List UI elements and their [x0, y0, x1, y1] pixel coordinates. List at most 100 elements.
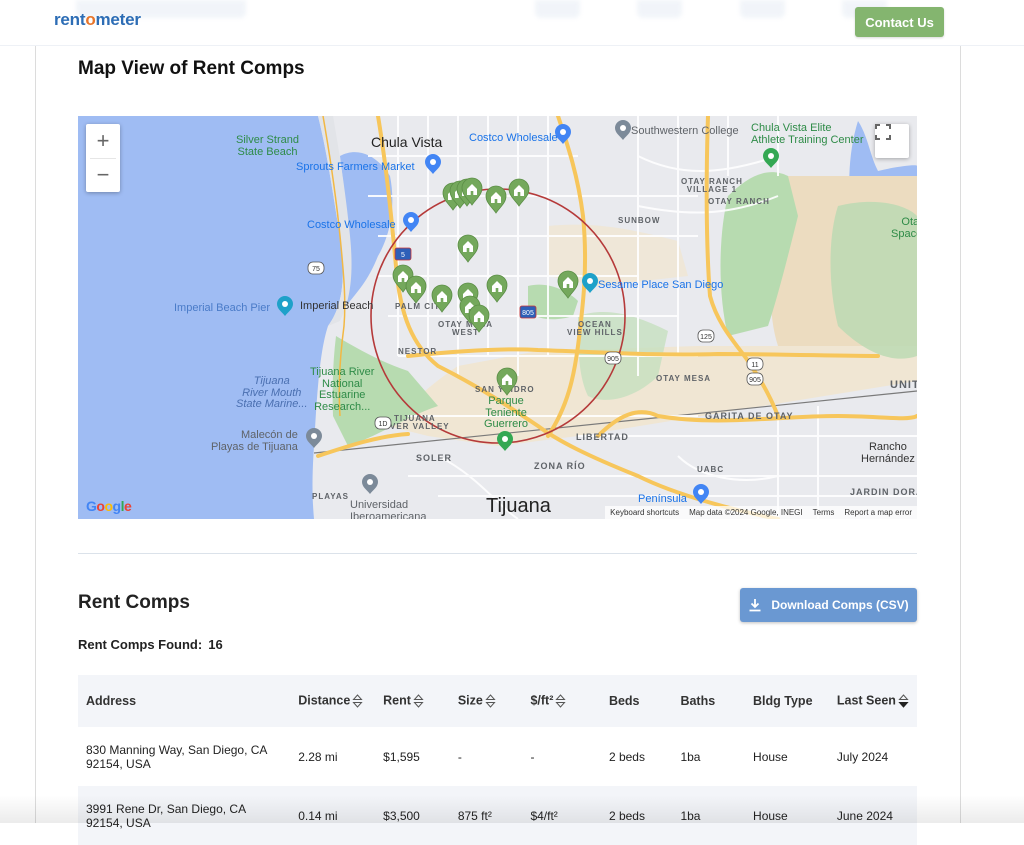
- comps-found-label: Rent Comps Found:: [78, 637, 203, 652]
- zoom-out-button[interactable]: −: [86, 158, 120, 192]
- terms-link[interactable]: Terms: [813, 508, 835, 517]
- column-header-ft[interactable]: $/ft²: [522, 675, 600, 727]
- cell-last-seen: July 2024: [836, 749, 889, 764]
- highway-shield-icon: 905: [746, 372, 764, 386]
- costco-west-pin-icon[interactable]: [403, 212, 419, 232]
- cell-beds: 2 beds: [608, 808, 645, 823]
- table-body: 830 Manning Way, San Diego, CA 92154, US…: [78, 727, 917, 845]
- logo-part: rent: [54, 10, 86, 29]
- rent-comps-table: Address Distance Rent Size $/ft² Beds Baths Bld…: [78, 675, 917, 845]
- rent-comps-title: Rent Comps: [78, 592, 190, 613]
- download-comps-button[interactable]: Download Comps (CSV): [740, 588, 917, 622]
- rent-comp-marker[interactable]: [457, 234, 479, 263]
- highway-shield-icon: 805: [519, 305, 537, 319]
- southwestern-college-pin-icon[interactable]: [615, 120, 631, 140]
- rent-comp-marker[interactable]: [431, 284, 453, 313]
- sort-icon[interactable]: [555, 693, 566, 709]
- sort-icon[interactable]: [898, 693, 909, 709]
- cell-baths: 1ba: [680, 749, 701, 764]
- malecon-pin-icon[interactable]: [306, 428, 322, 448]
- rent-comp-marker[interactable]: [486, 274, 508, 303]
- cell-address: 3991 Rene Dr, San Diego, CA 92154, USA: [86, 801, 246, 830]
- rent-comp-marker[interactable]: [405, 275, 427, 304]
- fullscreen-icon: [875, 124, 891, 140]
- parque-pin-icon[interactable]: [497, 431, 513, 451]
- top-nav-bar: rentometer Contact Us: [0, 0, 1024, 46]
- column-header-size[interactable]: Size: [450, 675, 523, 727]
- shield-number: 125: [700, 334, 712, 341]
- cell-type: House: [753, 749, 788, 764]
- logo-part: meter: [95, 10, 142, 29]
- comps-found-count: 16: [208, 637, 223, 652]
- rent-comp-marker[interactable]: [496, 367, 518, 396]
- column-header-baths: Baths: [672, 675, 745, 727]
- shield-number: 11: [751, 362, 758, 369]
- cell-rent: $3,500: [383, 808, 420, 823]
- sort-icon[interactable]: [485, 693, 496, 709]
- column-header-label: Last Seen: [836, 693, 896, 708]
- nav-ghost: [535, 0, 580, 18]
- table-header-row: Address Distance Rent Size $/ft² Beds Baths Bld…: [78, 675, 917, 727]
- column-header-label: $/ft²: [530, 693, 554, 708]
- rent-comp-marker[interactable]: [557, 270, 579, 299]
- rent-comp-marker[interactable]: [485, 185, 507, 214]
- shield-number: 5: [401, 252, 405, 259]
- cell-baths: 1ba: [680, 808, 701, 823]
- sort-icon[interactable]: [413, 693, 424, 709]
- cell-address: 830 Manning Way, San Diego, CA 92154, US…: [86, 742, 267, 771]
- shield-number: 805: [522, 310, 534, 317]
- keyboard-shortcuts-link[interactable]: Keyboard shortcuts: [610, 508, 679, 517]
- fullscreen-button[interactable]: [875, 124, 909, 158]
- logo-o: o: [85, 10, 96, 29]
- rent-comp-marker[interactable]: [508, 178, 530, 207]
- sprouts-cart-pin-icon[interactable]: [425, 154, 441, 174]
- imperial-beach-pier-pin-icon[interactable]: [277, 296, 293, 316]
- column-header-rent[interactable]: Rent: [375, 675, 450, 727]
- sort-icon[interactable]: [352, 693, 363, 709]
- rent-comps-found: Rent Comps Found: 16: [78, 637, 223, 652]
- zoom-in-button[interactable]: +: [86, 124, 120, 158]
- rent-comp-marker[interactable]: [468, 304, 490, 333]
- column-header-label: Address: [86, 694, 137, 708]
- cell-type: House: [753, 808, 788, 823]
- highway-shield-icon: 905: [604, 351, 622, 365]
- cell-distance: 2.28 mi: [298, 749, 338, 764]
- highway-shield-icon: 5: [394, 247, 412, 261]
- sesame-place-pin-icon[interactable]: [582, 273, 598, 293]
- nav-ghost: [637, 0, 682, 18]
- cell-rent: $1,595: [383, 749, 420, 764]
- cell-ppsf: $4/ft²: [530, 808, 558, 823]
- column-header-label: Size: [457, 693, 483, 708]
- report-map-error-link[interactable]: Report a map error: [844, 508, 912, 517]
- shield-number: 905: [749, 377, 761, 384]
- map-attribution: Map data ©2024 Google, INEGI: [689, 508, 803, 517]
- column-header-beds: Beds: [601, 675, 673, 727]
- rentometer-logo[interactable]: rentometer: [54, 10, 141, 30]
- cell-ppsf: -: [530, 749, 535, 764]
- highway-shield-icon: 11: [746, 357, 764, 371]
- download-comps-label: Download Comps (CSV): [771, 598, 909, 612]
- column-header-label: Distance: [298, 693, 351, 708]
- cell-size: -: [457, 749, 462, 764]
- rent-comps-map[interactable]: Chula Vista Silver Strand State Beach Sp…: [78, 116, 917, 519]
- peninsula-pin-icon[interactable]: [693, 484, 709, 504]
- table-row[interactable]: 3991 Rene Dr, San Diego, CA 92154, USA 0.…: [78, 786, 917, 845]
- contact-us-button[interactable]: Contact Us: [855, 7, 944, 37]
- column-header-last-seen[interactable]: Last Seen: [829, 675, 917, 727]
- map-section-title: Map View of Rent Comps: [78, 58, 305, 79]
- cell-last-seen: June 2024: [836, 808, 893, 823]
- download-icon: [749, 599, 761, 612]
- google-logo[interactable]: Google: [86, 498, 132, 514]
- universidad-pin-icon[interactable]: [362, 474, 378, 494]
- table-row[interactable]: 830 Manning Way, San Diego, CA 92154, US…: [78, 727, 917, 786]
- costco-east-pin-icon[interactable]: [555, 124, 571, 144]
- shield-number: 905: [607, 356, 619, 363]
- shield-number: 75: [312, 266, 320, 273]
- nav-ghost: [740, 0, 785, 18]
- zoom-control: + −: [86, 124, 120, 192]
- highway-shield-icon: 125: [697, 329, 715, 343]
- column-header-distance[interactable]: Distance: [290, 675, 375, 727]
- column-header-address: Address: [78, 675, 290, 727]
- column-header-label: Rent: [383, 693, 411, 708]
- elite-training-center-pin-icon[interactable]: [763, 148, 779, 168]
